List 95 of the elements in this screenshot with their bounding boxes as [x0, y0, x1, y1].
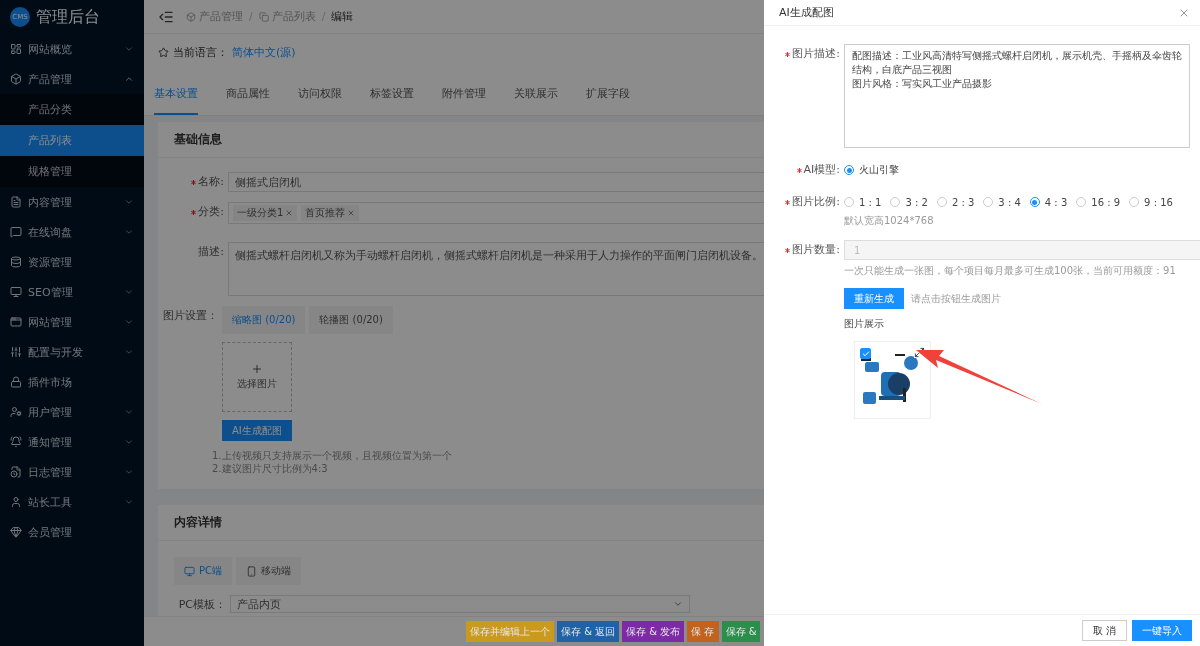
tab[interactable]: 附件管理	[442, 86, 486, 115]
chevron-down-icon	[124, 437, 134, 447]
checkbox[interactable]	[860, 348, 871, 359]
prompt-line: 配图描述：工业风高清特写侧摇式螺杆启闭机，展示机壳、手摇柄及伞齿轮结构，白底产品三视图	[852, 49, 1182, 77]
app-title: 管理后台	[36, 6, 100, 28]
tab[interactable]: 商品属性	[226, 86, 270, 115]
field-label: 图片数量:	[792, 242, 840, 258]
action-button[interactable]: 保存 &	[721, 621, 761, 642]
sliders-icon	[10, 346, 22, 358]
device-tab[interactable]: 移动端	[236, 557, 301, 585]
chevron-down-icon	[124, 497, 134, 507]
copy-icon	[258, 11, 269, 22]
user-gear-icon	[10, 406, 22, 418]
remove-icon[interactable]	[285, 209, 294, 217]
import-button[interactable]: 一键导入	[1132, 620, 1192, 641]
sidebar-subitem[interactable]: 产品分类	[0, 94, 144, 125]
tab[interactable]: 基本设置	[154, 86, 198, 115]
sidebar-item[interactable]: 产品管理	[0, 64, 144, 94]
sidebar-item[interactable]: 在线询盘	[0, 217, 144, 247]
regenerate-button[interactable]: 重新生成	[844, 288, 904, 309]
image-tab[interactable]: 缩略图 (0/20)	[222, 306, 306, 334]
chat-icon	[10, 226, 22, 238]
breadcrumb-separator: /	[249, 10, 253, 23]
field-label: PC模板：	[177, 597, 226, 613]
cube-icon	[186, 11, 196, 22]
sidebar-item[interactable]: 内容管理	[0, 187, 144, 217]
gallery-label: 图片展示	[844, 317, 884, 331]
sidebar-item[interactable]: 网站管理	[0, 307, 144, 337]
upload-box[interactable]: 选择图片	[222, 342, 292, 412]
chevron-down-icon	[124, 467, 134, 477]
drawer-title: AI生成配图	[779, 5, 834, 20]
action-button[interactable]: 保 存	[687, 621, 719, 642]
chevron-down-icon	[124, 197, 134, 207]
field-label: 分类:	[198, 204, 224, 220]
phone-icon	[246, 565, 257, 577]
star-icon	[158, 46, 169, 58]
language-link[interactable]: 简体中文(源)	[232, 44, 296, 60]
user-icon	[10, 496, 22, 508]
tab[interactable]: 关联展示	[514, 86, 558, 115]
lock-icon	[10, 376, 22, 388]
sidebar-item[interactable]: 用户管理	[0, 397, 144, 427]
tab[interactable]: 标签设置	[370, 86, 414, 115]
chevron-down-icon	[673, 599, 683, 609]
sidebar-item[interactable]: 网站概览	[0, 34, 144, 64]
prompt-field[interactable]: 配图描述：工业风高清特写侧摇式螺杆启闭机，展示机壳、手摇柄及伞齿轮结构，白底产品三视图 图片风格：写实风工业产品摄影	[844, 44, 1190, 148]
plus-icon	[251, 363, 263, 375]
dashboard-icon	[10, 43, 22, 55]
chevron-down-icon	[124, 227, 134, 237]
breadcrumb-separator: /	[321, 10, 326, 23]
sidebar-subitem[interactable]: 产品列表	[0, 125, 144, 156]
upload-label: 选择图片	[237, 377, 277, 391]
chevron-down-icon	[124, 287, 134, 297]
chevron-down-icon	[124, 44, 134, 54]
device-tab[interactable]: PC端	[174, 557, 232, 585]
field-label: 图片设置：	[162, 308, 218, 324]
sidebar-item[interactable]: 资源管理	[0, 247, 144, 277]
tag-text: 首页推荐	[305, 206, 346, 220]
image-card[interactable]	[854, 341, 931, 419]
bell-icon	[10, 436, 22, 448]
cube-icon	[10, 73, 22, 85]
monitor-icon	[184, 565, 195, 577]
sidebar-subitem[interactable]: 规格管理	[0, 156, 144, 187]
document-icon	[10, 196, 22, 208]
sidebar-item[interactable]: 日志管理	[0, 457, 144, 487]
sidebar-item[interactable]: 配置与开发	[0, 337, 144, 367]
tab[interactable]: 扩展字段	[586, 86, 630, 115]
window-icon	[10, 316, 22, 328]
sidebar-item[interactable]: 插件市场	[0, 367, 144, 397]
action-button[interactable]: 保存 & 返回	[557, 621, 620, 642]
field-label: 名称:	[198, 174, 224, 190]
ai-image-button[interactable]: AI生成配图	[222, 420, 292, 441]
chevron-down-icon	[124, 317, 134, 327]
chevron-up-icon	[124, 74, 134, 84]
monitor-icon	[10, 286, 22, 298]
sidebar-item[interactable]: 通知管理	[0, 427, 144, 457]
chevron-down-icon	[124, 347, 134, 357]
language-label: 当前语言：	[173, 44, 228, 60]
tab[interactable]: 访问权限	[298, 86, 342, 115]
cancel-button[interactable]: 取 消	[1081, 620, 1127, 641]
field-label: 描述:	[198, 244, 224, 260]
breadcrumb-item: 编辑	[331, 9, 354, 24]
chevron-down-icon	[124, 407, 134, 417]
radio-option[interactable]: 9 : 16	[1129, 196, 1173, 208]
template-select[interactable]: 产品内页	[230, 595, 690, 613]
field-label: 图片描述:	[792, 46, 840, 62]
image-tab[interactable]: 轮播图 (0/20)	[309, 306, 393, 334]
action-button[interactable]: 保存 & 发布	[622, 621, 685, 642]
remove-icon[interactable]	[347, 209, 356, 217]
sidebar-item[interactable]: SEO管理	[0, 277, 144, 307]
sidebar-item[interactable]: 会员管理	[0, 517, 144, 547]
prompt-line: 图片风格：写实风工业产品摄影	[852, 77, 993, 91]
file-clock-icon	[10, 466, 22, 478]
sidebar-item[interactable]: 站长工具	[0, 487, 144, 517]
database-icon	[10, 256, 22, 268]
gem-icon	[10, 526, 22, 538]
